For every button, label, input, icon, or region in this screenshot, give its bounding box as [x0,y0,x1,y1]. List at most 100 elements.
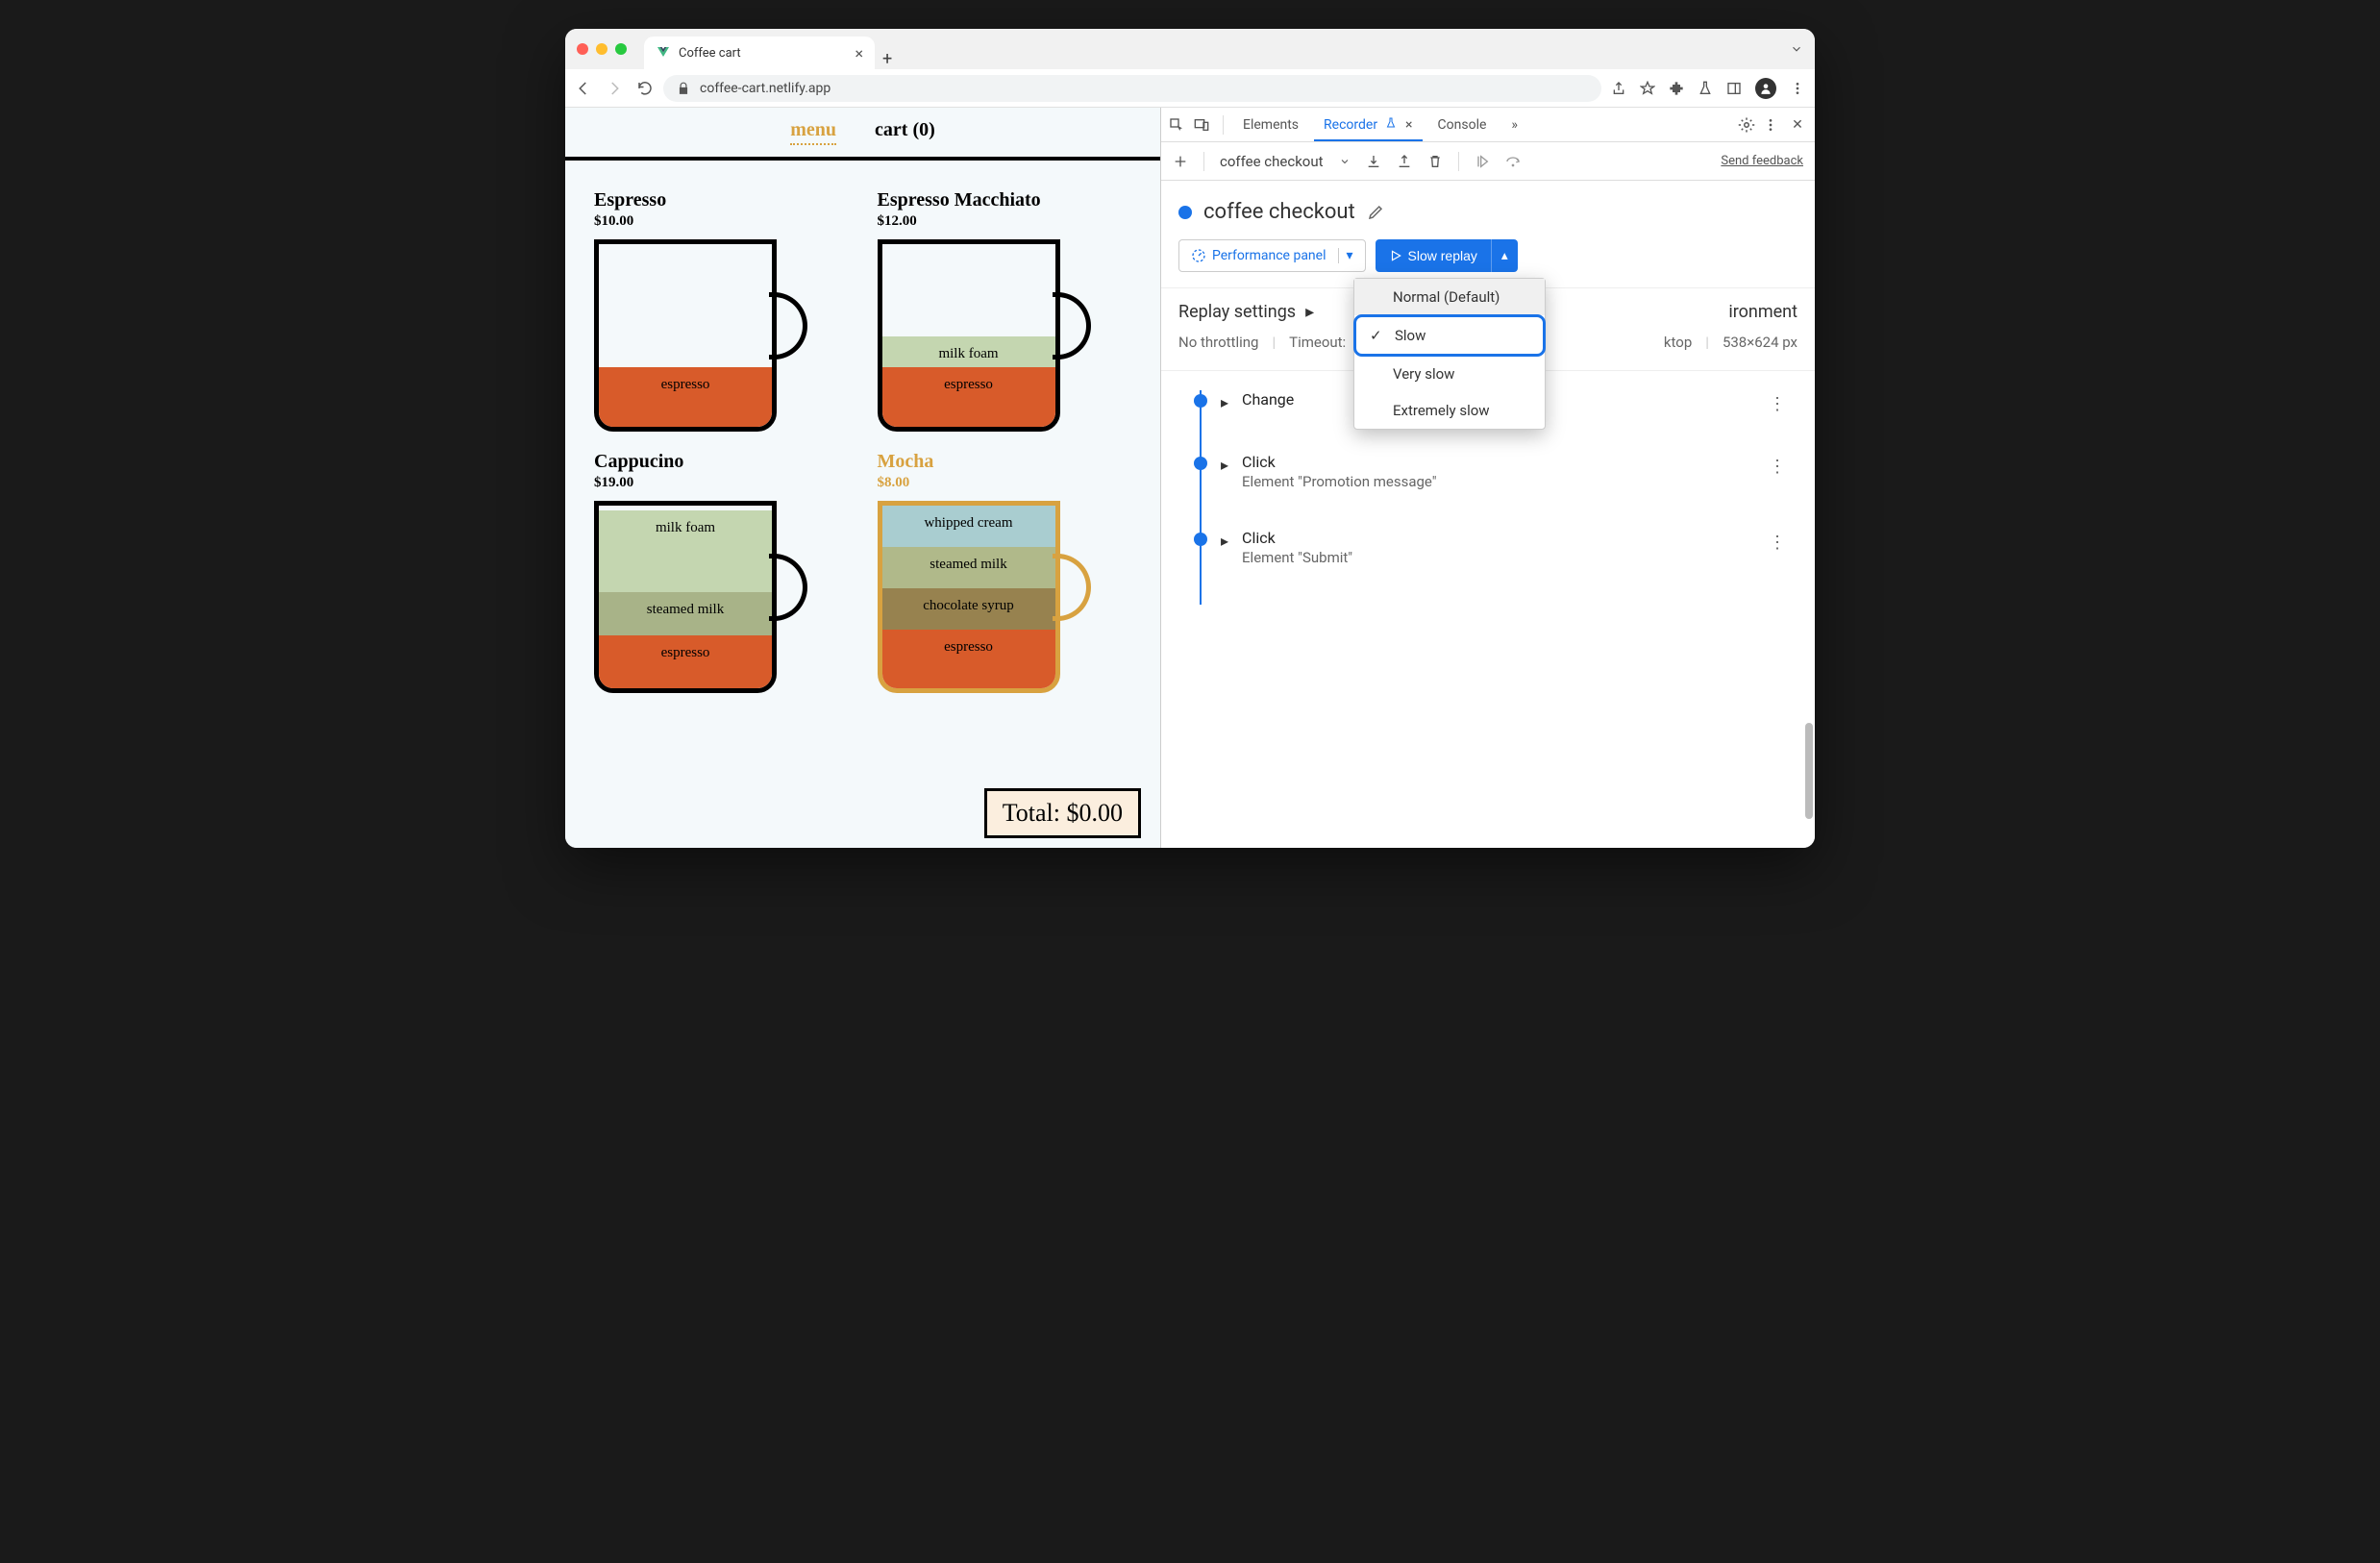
import-icon[interactable] [1397,154,1412,169]
menu-item-very-slow[interactable]: Very slow [1354,356,1545,392]
step-dot-icon [1194,394,1207,408]
menu-item-slow[interactable]: ✓Slow [1356,317,1543,354]
menu-item-normal[interactable]: Normal (Default) [1354,279,1545,315]
chevron-down-icon[interactable] [1790,42,1803,56]
browser-tab[interactable]: Coffee cart × [644,37,875,69]
vue-favicon [656,45,671,61]
bookmark-icon[interactable] [1640,81,1655,96]
side-panel-icon[interactable] [1726,81,1742,96]
share-icon[interactable] [1611,81,1626,96]
content-split: menu cart (0) Espresso $10.00 espresso E… [565,108,1815,848]
more-tabs-icon[interactable]: » [1501,110,1527,140]
reload-button[interactable] [636,80,654,97]
product-price: $12.00 [878,213,1132,230]
device-value[interactable]: ktop [1664,334,1692,351]
feedback-link[interactable]: Send feedback [1721,154,1803,168]
minimize-window-button[interactable] [596,43,607,55]
window-controls [577,43,627,55]
timeout-label[interactable]: Timeout: [1289,334,1346,351]
more-icon[interactable]: ⋮ [1769,394,1786,414]
product-title: Mocha [878,451,1132,473]
step-dot-icon [1194,457,1207,470]
replay-button[interactable]: Slow replay [1376,239,1491,272]
record-dot-icon [1178,206,1192,219]
devtools-tabs: Elements Recorder × Console » ✕ [1161,108,1815,142]
viewport-value[interactable]: 538×624 px [1723,334,1797,351]
close-devtools-icon[interactable]: ✕ [1788,117,1807,133]
layer-steamed: steamed milk [882,547,1055,588]
layer-espresso: espresso [882,367,1055,427]
product-price: $8.00 [878,475,1132,491]
step-dot-icon [1194,533,1207,546]
product-grid: Espresso $10.00 espresso Espresso Macchi… [565,161,1160,703]
recording-select[interactable]: coffee checkout [1220,153,1324,170]
forward-button[interactable] [606,80,623,97]
address-bar[interactable]: coffee-cart.netlify.app [663,75,1601,102]
edit-icon[interactable] [1367,204,1384,221]
throttling-value[interactable]: No throttling [1178,334,1258,351]
extensions-icon[interactable] [1669,81,1684,96]
product-espresso: Espresso $10.00 espresso [594,189,849,432]
replay-split-button[interactable]: ▴ [1491,239,1518,272]
cup-icon[interactable]: whipped cream steamed milk chocolate syr… [878,501,1099,693]
chevron-right-icon[interactable]: ▸ [1221,532,1228,550]
menu-icon[interactable] [1790,81,1805,96]
product-price: $10.00 [594,213,849,230]
layer-espresso: espresso [599,635,772,688]
close-tab-icon[interactable]: × [855,44,863,62]
export-icon[interactable] [1366,154,1381,169]
tab-recorder[interactable]: Recorder × [1314,110,1423,140]
labs-icon[interactable] [1698,81,1713,96]
layer-chocolate: chocolate syrup [882,588,1055,630]
step-title: Click [1242,529,1755,547]
tab-elements[interactable]: Elements [1233,110,1308,140]
delete-icon[interactable] [1427,154,1443,169]
more-icon[interactable] [1763,117,1782,133]
gear-icon[interactable] [1738,116,1757,134]
menu-link[interactable]: menu [790,119,836,145]
menu-item-extremely-slow[interactable]: Extremely slow [1354,392,1545,429]
step-title: Click [1242,453,1755,471]
chevron-right-icon[interactable]: ▸ [1221,393,1228,411]
step-icon[interactable] [1475,154,1490,169]
chevron-right-icon[interactable]: ▸ [1221,456,1228,474]
back-button[interactable] [575,80,592,97]
cup-icon[interactable]: milk foam steamed milk espresso [594,501,815,693]
close-tab-icon[interactable]: × [1405,117,1412,133]
device-toggle-icon[interactable] [1194,117,1213,133]
chevron-down-icon[interactable] [1339,156,1351,167]
tab-console[interactable]: Console [1428,110,1497,140]
cart-link[interactable]: cart (0) [875,119,935,145]
step-over-icon[interactable] [1505,154,1521,169]
profile-avatar[interactable] [1755,78,1776,99]
chevron-down-icon[interactable]: ▾ [1338,248,1353,263]
layer-milkfoam: milk foam [882,336,1055,367]
maximize-window-button[interactable] [615,43,627,55]
recording-title: coffee checkout [1203,200,1355,224]
timeline-step[interactable]: ▸ Click Element "Submit" ⋮ [1190,529,1786,566]
title-bar: Coffee cart × + [565,29,1815,69]
add-recording-icon[interactable] [1173,154,1188,169]
cup-icon[interactable]: milk foam espresso [878,239,1099,432]
more-icon[interactable]: ⋮ [1769,533,1786,553]
page-viewport: menu cart (0) Espresso $10.00 espresso E… [565,108,1161,848]
site-nav: menu cart (0) [565,108,1160,161]
performance-panel-button[interactable]: Performance panel ▾ [1178,239,1366,272]
new-tab-button[interactable]: + [882,49,892,69]
layer-whipped: whipped cream [882,506,1055,547]
scrollbar[interactable] [1805,377,1813,838]
product-espresso-macchiato: Espresso Macchiato $12.00 milk foam espr… [878,189,1132,432]
product-mocha: Mocha $8.00 whipped cream steamed milk c… [878,451,1132,693]
product-cappucino: Cappucino $19.00 milk foam steamed milk … [594,451,849,693]
product-title: Espresso Macchiato [878,189,1132,211]
more-icon[interactable]: ⋮ [1769,457,1786,477]
inspect-icon[interactable] [1169,117,1188,133]
close-window-button[interactable] [577,43,588,55]
total-button[interactable]: Total: $0.00 [984,788,1141,838]
timeline-step[interactable]: ▸ Click Element "Promotion message" ⋮ [1190,453,1786,490]
chevron-right-icon[interactable]: ▸ [1305,302,1314,322]
step-subtitle: Element "Submit" [1242,549,1755,566]
cup-icon[interactable]: espresso [594,239,815,432]
replay-speed-menu: Normal (Default) ✓Slow Very slow Extreme… [1353,278,1546,430]
product-price: $19.00 [594,475,849,491]
